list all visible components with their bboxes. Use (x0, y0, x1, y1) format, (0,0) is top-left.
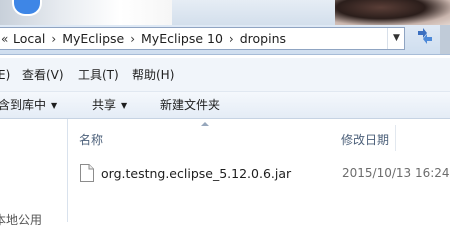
sort-ascending-icon (201, 122, 209, 126)
column-header-name[interactable]: 名称 (79, 131, 103, 148)
chevron-down-icon: ▼ (121, 101, 128, 110)
refresh-button[interactable] (413, 28, 439, 49)
navigation-pane[interactable]: 本地公用 (0, 119, 68, 227)
column-divider[interactable] (395, 125, 396, 151)
breadcrumb-separator-icon[interactable]: › (49, 31, 58, 47)
breadcrumb: Local › MyEclipse › MyEclipse 10 › dropi… (13, 31, 286, 47)
column-header-date-modified[interactable]: 修改日期 (341, 131, 389, 148)
overflow-chevron-icon[interactable]: « (1, 32, 8, 46)
include-in-library-button[interactable]: 含到库中 ▼ (0, 97, 57, 113)
file-icon (80, 164, 94, 185)
table-row[interactable]: org.testng.eclipse_5.12.0.6.jar 2015/10/… (68, 160, 450, 186)
column-header-row: 名称 修改日期 (68, 119, 450, 155)
breadcrumb-separator-icon[interactable]: › (227, 31, 236, 47)
address-history-dropdown-icon[interactable]: ▼ (387, 28, 405, 49)
command-toolbar: 含到库中 ▼ 共享 ▼ 新建文件夹 (0, 92, 450, 119)
new-folder-button[interactable]: 新建文件夹 (160, 97, 220, 113)
menu-help[interactable]: 帮助(H) (132, 67, 174, 83)
menu-bar: E) 查看(V) 工具(T) 帮助(H) (0, 58, 450, 92)
breadcrumb-item[interactable]: MyEclipse (62, 31, 124, 47)
breadcrumb-separator-icon[interactable]: › (128, 31, 137, 47)
include-in-library-label: 含到库中 (0, 98, 47, 112)
share-label: 共享 (92, 98, 117, 112)
desktop-photo (335, 0, 450, 25)
file-name: org.testng.eclipse_5.12.0.6.jar (101, 166, 292, 181)
nav-item-label[interactable]: 本地公用 (0, 211, 42, 228)
window-title-strip (0, 0, 450, 25)
file-modified-date: 2015/10/13 16:24 (342, 166, 450, 180)
breadcrumb-item[interactable]: dropins (240, 31, 286, 47)
breadcrumb-item[interactable]: MyEclipse 10 (141, 31, 223, 47)
share-button[interactable]: 共享 ▼ (92, 97, 127, 113)
refresh-icon (418, 28, 432, 44)
menu-view[interactable]: 查看(V) (22, 67, 64, 83)
window-edge (440, 25, 450, 54)
chevron-down-icon: ▼ (51, 101, 58, 110)
menu-edit[interactable]: E) (0, 67, 10, 83)
address-bar[interactable]: « Local › MyEclipse › MyEclipse 10 › dro… (0, 27, 405, 50)
breadcrumb-item[interactable]: Local (13, 31, 45, 47)
menu-tools[interactable]: 工具(T) (78, 67, 119, 83)
address-row: « Local › MyEclipse › MyEclipse 10 › dro… (0, 25, 450, 55)
